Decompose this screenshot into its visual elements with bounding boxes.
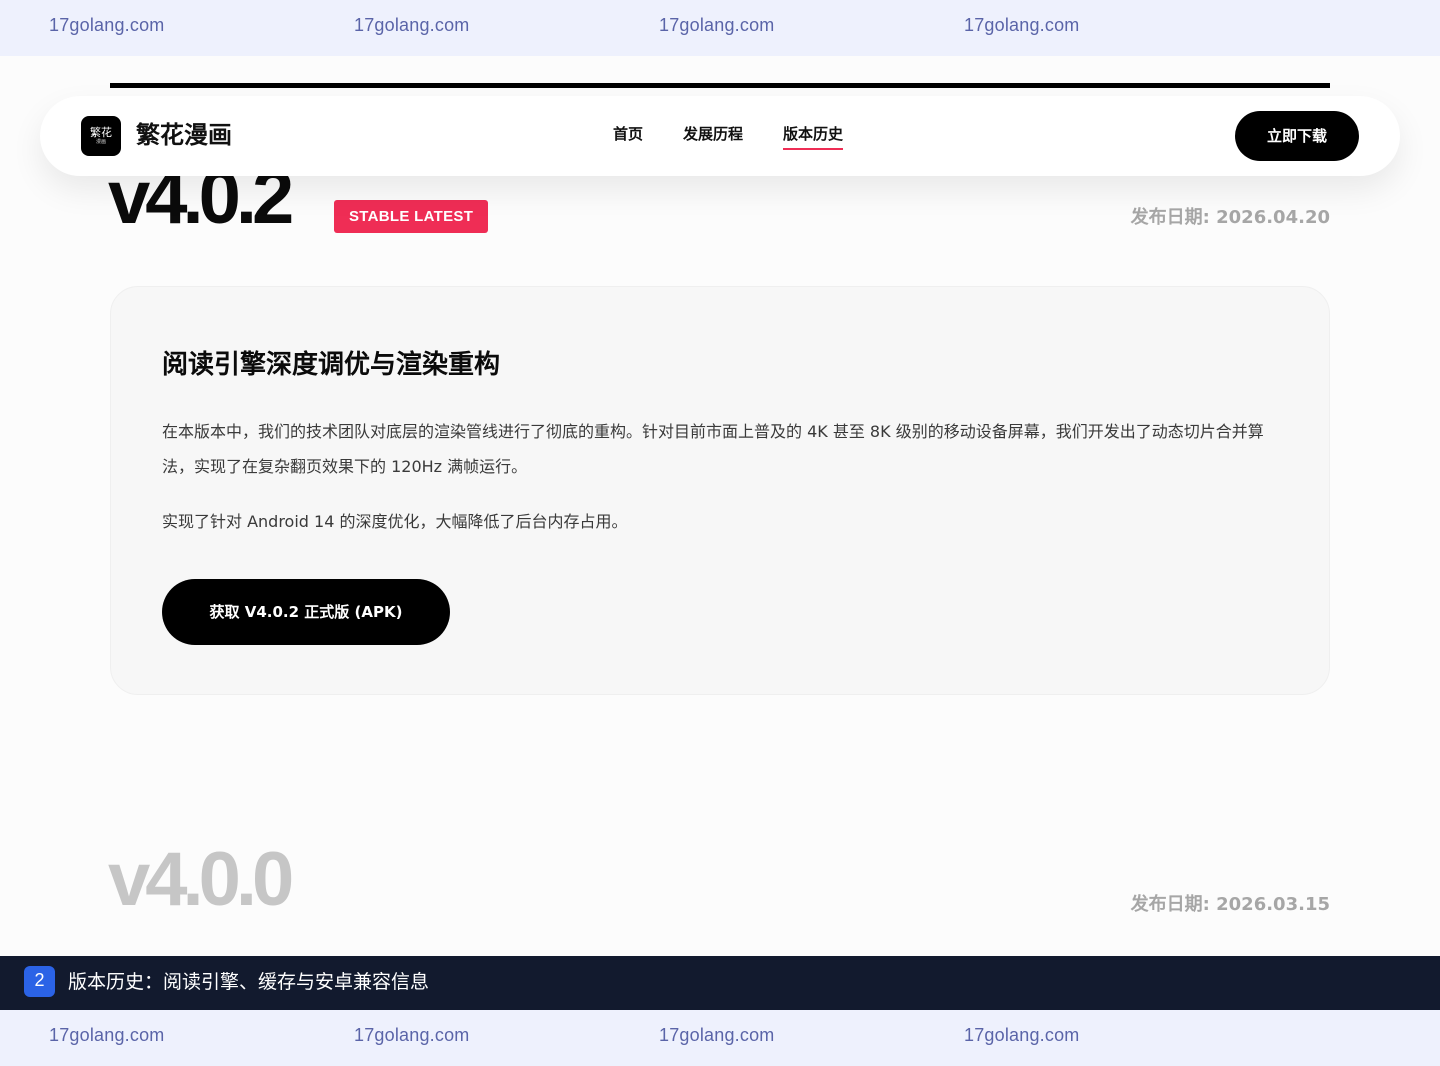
watermark-text: 17golang.com <box>964 15 1080 35</box>
bottom-watermark-strip: 17golang.com 17golang.com 17golang.com 1… <box>0 1010 1440 1066</box>
download-now-button[interactable]: 立即下载 <box>1235 111 1359 161</box>
version-title-previous: v4.0.0 <box>108 837 294 922</box>
release-date-previous: 发布日期: 2026.03.15 <box>1130 894 1330 915</box>
watermark-text: 17golang.com <box>49 1025 165 1045</box>
top-watermark-strip: 17golang.com 17golang.com 17golang.com 1… <box>0 0 1440 56</box>
watermark-text: 17golang.com <box>354 15 470 35</box>
caption-bar: 2 版本历史：阅读引擎、缓存与安卓兼容信息 <box>0 956 1440 1010</box>
release-card: 阅读引擎深度调优与渲染重构 在本版本中，我们的技术团队对底层的渲染管线进行了彻底… <box>110 286 1330 695</box>
caption-text: 版本历史：阅读引擎、缓存与安卓兼容信息 <box>68 971 430 993</box>
top-navbar: 繁花 漫画 繁花漫画 首页 发展历程 版本历史 立即下载 <box>40 96 1400 176</box>
nav-links: 首页 发展历程 版本历史 <box>613 124 844 150</box>
brand-name[interactable]: 繁花漫画 <box>136 119 232 151</box>
nav-item-home[interactable]: 首页 <box>613 124 643 144</box>
watermark-text: 17golang.com <box>964 1025 1080 1045</box>
section-divider <box>110 83 1330 88</box>
release-note: 实现了针对 Android 14 的深度优化，大幅降低了后台内存占用。 <box>162 512 628 531</box>
release-description: 在本版本中，我们的技术团队对底层的渲染管线进行了彻底的重构。针对目前市面上普及的… <box>162 422 1264 476</box>
watermark-text: 17golang.com <box>659 1025 775 1045</box>
nav-item-history[interactable]: 发展历程 <box>683 124 743 144</box>
release-date-latest: 发布日期: 2026.04.20 <box>1130 207 1330 228</box>
logo-sub-text: 漫画 <box>95 139 106 145</box>
caption-number-badge: 2 <box>24 966 55 997</box>
watermark-text: 17golang.com <box>354 1025 470 1045</box>
logo-main-text: 繁花 <box>90 126 112 139</box>
watermark-text: 17golang.com <box>659 15 775 35</box>
get-apk-button[interactable]: 获取 V4.0.2 正式版 (APK) <box>162 579 450 645</box>
app-logo-icon[interactable]: 繁花 漫画 <box>81 116 121 156</box>
stable-latest-badge: STABLE LATEST <box>334 200 489 233</box>
release-card-title: 阅读引擎深度调优与渲染重构 <box>162 350 501 380</box>
nav-item-versions[interactable]: 版本历史 <box>783 124 844 150</box>
watermark-text: 17golang.com <box>49 15 165 35</box>
